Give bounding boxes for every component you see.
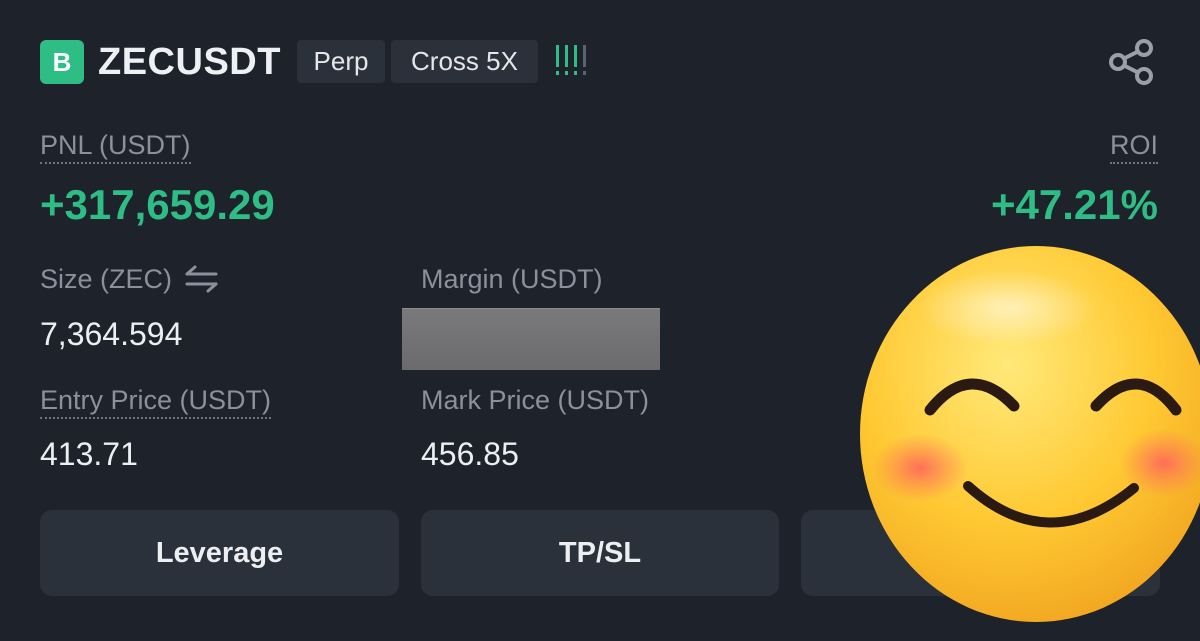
mark-price-value: 456.85	[421, 436, 519, 472]
pnl-label-text: PNL (USDT)	[40, 130, 191, 164]
mark-price-label: Mark Price (USDT)	[421, 385, 649, 415]
roi-label-text: ROI	[1109, 130, 1158, 164]
size-label-text: Size (ZEC)	[40, 264, 173, 294]
entry-price-label-text: Entry Price (USDT)	[40, 385, 272, 419]
size-label: Size (ZEC)	[40, 262, 220, 296]
leverage-button[interactable]: Leverage	[40, 510, 399, 596]
roi-value: +47.21%	[991, 181, 1158, 228]
margin-value-redaction	[402, 308, 660, 370]
smiling-face-emoji-icon	[860, 246, 1200, 622]
share-icon[interactable]	[1106, 38, 1156, 86]
pnl-label[interactable]: PNL (USDT)	[40, 128, 191, 164]
entry-price-value: 413.71	[40, 436, 138, 472]
swap-arrows-icon[interactable]	[184, 265, 220, 293]
margin-mode-leverage-tag[interactable]: Cross 5X	[391, 40, 538, 83]
size-value: 7,364.594	[40, 316, 183, 352]
pnl-value: +317,659.29	[40, 181, 275, 228]
roi-label[interactable]: ROI	[1109, 128, 1158, 164]
tpsl-button[interactable]: TP/SL	[421, 510, 779, 596]
exchange-logo-badge: B	[40, 40, 84, 84]
margin-label: Margin (USDT)	[421, 264, 603, 294]
logo-letter: B	[52, 46, 72, 77]
symbol-title[interactable]: ZECUSDT	[98, 38, 281, 86]
entry-price-label[interactable]: Entry Price (USDT)	[40, 383, 272, 419]
risk-bars-icon[interactable]	[554, 44, 590, 76]
perp-tag: Perp	[297, 40, 385, 83]
